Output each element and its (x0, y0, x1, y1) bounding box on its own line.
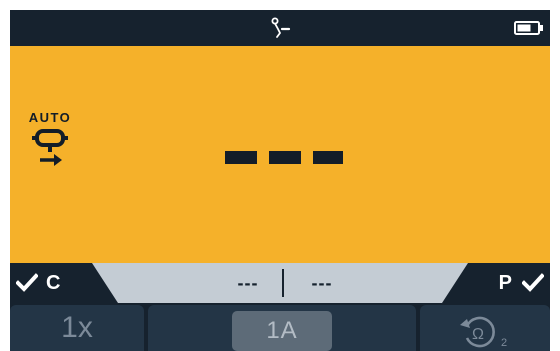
measurement-display: AUTO --- (10, 46, 550, 263)
limit-low-value: --- (237, 273, 259, 293)
meter-screen: AUTO --- C (10, 10, 550, 351)
check-icon (16, 273, 38, 292)
battery-icon (514, 21, 543, 35)
range-softkey[interactable]: 1A (148, 305, 416, 351)
lead-test-icon (271, 17, 291, 38)
svg-text:Ω: Ω (472, 326, 484, 343)
multiplier-label: 1x (61, 311, 93, 344)
check-icon (522, 273, 544, 292)
continuity-limit-check: C (16, 271, 60, 295)
limit-bar-center-panel (92, 263, 468, 303)
reading-value: --- (225, 151, 345, 165)
limit-bar: C --- --- P (10, 263, 550, 303)
multiplier-softkey[interactable]: 1x (10, 305, 144, 351)
ohm-reverse-icon: Ω 2 (460, 316, 507, 349)
limit-divider (282, 269, 284, 297)
range-label: 1A (266, 317, 298, 344)
reverse-subscript: 2 (501, 337, 507, 349)
continuity-limit-label: C (46, 271, 61, 294)
auto-label: AUTO (28, 110, 72, 125)
status-bar (10, 10, 550, 46)
reverse-softkey[interactable]: Ω 2 (420, 305, 550, 351)
range-selector[interactable]: 1A (232, 311, 332, 351)
limit-high-value: --- (311, 273, 333, 293)
auto-mode-indicator: AUTO (28, 110, 72, 172)
pass-limit-label: P (498, 271, 512, 294)
continuity-auto-icon (32, 129, 68, 166)
softkey-bar: 1x 1A Ω 2 (10, 303, 550, 351)
pass-limit-check: P (499, 271, 544, 295)
